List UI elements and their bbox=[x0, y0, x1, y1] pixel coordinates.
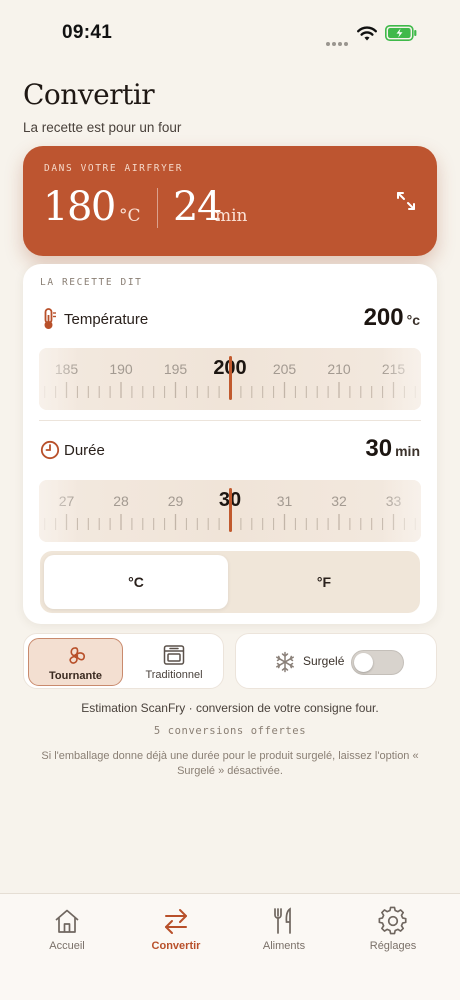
airfryer-temperature: 180 bbox=[43, 184, 116, 230]
status-time: 09:41 bbox=[62, 22, 113, 43]
tab-aliments[interactable]: Aliments bbox=[239, 906, 329, 952]
fan-icon bbox=[68, 647, 85, 664]
home-icon bbox=[55, 909, 79, 933]
temperature-value: 200 °c bbox=[364, 304, 420, 332]
ruler-fade-right bbox=[381, 348, 421, 410]
oven-icon bbox=[163, 645, 185, 665]
mode-traditionnel-button[interactable]: Traditionnel bbox=[127, 638, 221, 686]
tab-convertir-label: Convertir bbox=[151, 940, 201, 952]
thermometer-icon bbox=[44, 308, 56, 329]
duration-ruler-needle bbox=[229, 488, 232, 532]
temperature-ruler-label: 210 bbox=[327, 361, 351, 377]
page-subtitle: La recette est pour un four bbox=[23, 120, 182, 135]
fork-knife-icon bbox=[274, 907, 291, 934]
tab-accueil[interactable]: Accueil bbox=[22, 906, 112, 952]
divider bbox=[39, 420, 421, 421]
estimation-text: Estimation ScanFry · conversion de votre… bbox=[81, 701, 379, 715]
duration-ruler-label: 31 bbox=[276, 493, 293, 509]
tab-convertir[interactable]: Convertir bbox=[131, 906, 221, 952]
clock-icon bbox=[40, 440, 60, 460]
oven-mode-selector: Tournante Traditionnel bbox=[23, 633, 224, 689]
temperature-number: 200 bbox=[363, 304, 404, 331]
duration-ruler-slider[interactable]: 27282930313233 bbox=[39, 480, 421, 542]
duration-label: Durée bbox=[64, 442, 105, 459]
convert-arrows-icon bbox=[165, 909, 187, 934]
tab-reglages[interactable]: Réglages bbox=[348, 906, 438, 952]
mode-traditionnel-label: Traditionnel bbox=[145, 669, 203, 681]
battery-icon bbox=[385, 25, 417, 41]
expand-icon[interactable] bbox=[395, 190, 417, 212]
temperature-ruler-slider[interactable]: 185190195200205210215 bbox=[39, 348, 421, 410]
tab-aliments-label: Aliments bbox=[262, 940, 306, 952]
recipe-input-card: LA RECETTE DIT Température 200°c 1851901… bbox=[23, 264, 437, 624]
frozen-toggle[interactable] bbox=[351, 650, 404, 675]
recipe-label: LA RECETTE DIT bbox=[40, 277, 143, 288]
fahrenheit-button[interactable]: °F bbox=[232, 555, 416, 609]
temperature-ruler-label: 190 bbox=[109, 361, 133, 377]
duration-ruler-label: 29 bbox=[167, 493, 184, 509]
temperature-ruler-label: 195 bbox=[163, 361, 188, 377]
conversions-count: 5 conversions offertes bbox=[153, 725, 307, 737]
airfryer-time: 24 bbox=[173, 184, 222, 230]
status-bar: 09:41 bbox=[0, 0, 460, 60]
wifi-icon bbox=[357, 26, 377, 41]
tab-bar: Accueil Convertir Aliments Réglages bbox=[0, 893, 460, 1000]
frozen-option-card: Surgelé bbox=[235, 633, 437, 689]
page-title: Convertir bbox=[23, 78, 155, 111]
ruler-fade-left bbox=[39, 480, 79, 542]
temperature-unit: °c bbox=[406, 312, 420, 328]
gear-icon bbox=[378, 906, 407, 935]
airfryer-label: DANS VOTRE AIRFRYER bbox=[44, 163, 184, 174]
temperature-row: Température 200 °c bbox=[40, 304, 420, 334]
ruler-fade-right bbox=[381, 480, 421, 542]
temperature-ruler-needle bbox=[229, 356, 232, 400]
duration-ruler-label: 32 bbox=[331, 493, 347, 509]
signal-dots-icon bbox=[326, 33, 350, 46]
snowflake-icon bbox=[276, 651, 294, 673]
mode-tournante-label: Tournante bbox=[49, 670, 102, 682]
duration-value: 30 min bbox=[365, 435, 420, 463]
duration-row: Durée 30 min bbox=[40, 435, 420, 465]
tab-reglages-label: Réglages bbox=[369, 940, 417, 952]
airfryer-temperature-unit: °C bbox=[119, 206, 141, 226]
toggle-knob bbox=[354, 653, 373, 672]
tab-accueil-label: Accueil bbox=[49, 940, 85, 952]
duration-ruler-label: 28 bbox=[113, 493, 129, 509]
mode-tournante-button[interactable]: Tournante bbox=[28, 638, 123, 686]
duration-number: 30 bbox=[365, 435, 393, 462]
celsius-button[interactable]: °C bbox=[44, 555, 228, 609]
unit-segmented-control: °C °F bbox=[40, 551, 420, 613]
duration-unit: min bbox=[395, 443, 420, 459]
airfryer-result-card: DANS VOTRE AIRFRYER 180 °C 24 min bbox=[23, 146, 437, 256]
airfryer-divider bbox=[157, 188, 158, 228]
frozen-note: Si l'emballage donne déjà une durée pour… bbox=[41, 750, 419, 777]
temperature-ruler-label: 205 bbox=[272, 361, 297, 377]
airfryer-time-unit: min bbox=[215, 206, 248, 226]
ruler-fade-left bbox=[39, 348, 79, 410]
frozen-label: Surgelé bbox=[303, 654, 345, 668]
temperature-label: Température bbox=[64, 311, 149, 328]
